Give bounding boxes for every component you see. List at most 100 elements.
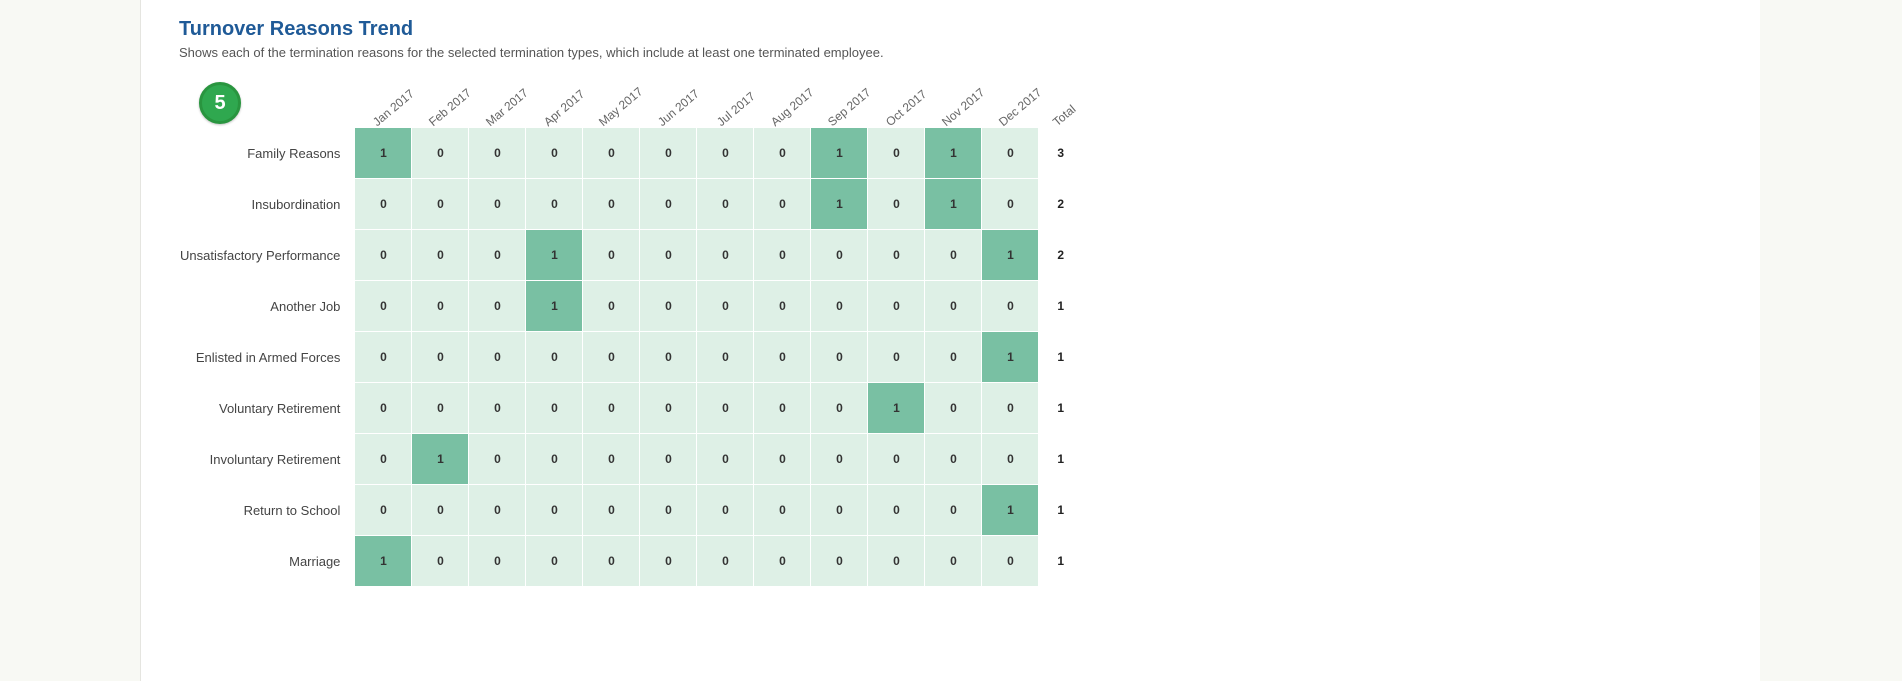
heatmap-cell[interactable]: 0 [868, 332, 924, 382]
heatmap-cell[interactable]: 0 [469, 383, 525, 433]
heatmap-cell[interactable]: 0 [640, 383, 696, 433]
heatmap-cell[interactable]: 0 [754, 536, 810, 586]
heatmap-cell[interactable]: 0 [811, 485, 867, 535]
heatmap-cell[interactable]: 1 [811, 179, 867, 229]
heatmap-cell[interactable]: 0 [811, 383, 867, 433]
heatmap-cell[interactable]: 0 [697, 332, 753, 382]
heatmap-cell[interactable]: 0 [355, 434, 411, 484]
heatmap-cell[interactable]: 0 [868, 128, 924, 178]
heatmap-cell[interactable]: 0 [526, 434, 582, 484]
heatmap-cell[interactable]: 0 [868, 536, 924, 586]
heatmap-cell[interactable]: 0 [412, 281, 468, 331]
heatmap-cell[interactable]: 0 [811, 230, 867, 280]
heatmap-cell[interactable]: 1 [355, 536, 411, 586]
heatmap-cell[interactable]: 0 [868, 230, 924, 280]
heatmap-cell[interactable]: 1 [982, 230, 1038, 280]
heatmap-cell[interactable]: 0 [355, 281, 411, 331]
heatmap-cell[interactable]: 1 [412, 434, 468, 484]
heatmap-cell[interactable]: 0 [754, 332, 810, 382]
heatmap-cell[interactable]: 0 [982, 383, 1038, 433]
heatmap-cell[interactable]: 0 [868, 485, 924, 535]
heatmap-cell[interactable]: 0 [925, 536, 981, 586]
heatmap-cell[interactable]: 0 [640, 179, 696, 229]
heatmap-cell[interactable]: 0 [982, 281, 1038, 331]
heatmap-cell[interactable]: 0 [868, 434, 924, 484]
heatmap-cell[interactable]: 0 [583, 383, 639, 433]
heatmap-cell[interactable]: 0 [583, 332, 639, 382]
heatmap-cell[interactable]: 0 [412, 485, 468, 535]
heatmap-cell[interactable]: 1 [925, 179, 981, 229]
heatmap-cell[interactable]: 0 [469, 536, 525, 586]
heatmap-cell[interactable]: 0 [925, 281, 981, 331]
heatmap-cell[interactable]: 0 [583, 434, 639, 484]
heatmap-cell[interactable]: 0 [925, 230, 981, 280]
heatmap-cell[interactable]: 0 [925, 434, 981, 484]
heatmap-cell[interactable]: 0 [412, 179, 468, 229]
heatmap-cell[interactable]: 0 [925, 383, 981, 433]
heatmap-cell[interactable]: 0 [469, 434, 525, 484]
heatmap-cell[interactable]: 0 [925, 485, 981, 535]
heatmap-cell[interactable]: 0 [811, 332, 867, 382]
heatmap-cell[interactable]: 0 [355, 485, 411, 535]
heatmap-cell[interactable]: 0 [754, 128, 810, 178]
heatmap-cell[interactable]: 0 [697, 281, 753, 331]
heatmap-cell[interactable]: 0 [754, 281, 810, 331]
heatmap-cell[interactable]: 0 [583, 536, 639, 586]
heatmap-cell[interactable]: 0 [754, 434, 810, 484]
heatmap-cell[interactable]: 0 [583, 179, 639, 229]
heatmap-cell[interactable]: 0 [697, 128, 753, 178]
heatmap-cell[interactable]: 0 [811, 536, 867, 586]
heatmap-cell[interactable]: 0 [355, 332, 411, 382]
heatmap-cell[interactable]: 1 [355, 128, 411, 178]
heatmap-cell[interactable]: 0 [982, 179, 1038, 229]
heatmap-cell[interactable]: 0 [412, 230, 468, 280]
heatmap-cell[interactable]: 0 [754, 383, 810, 433]
heatmap-cell[interactable]: 0 [640, 332, 696, 382]
heatmap-cell[interactable]: 0 [583, 485, 639, 535]
heatmap-cell[interactable]: 1 [526, 230, 582, 280]
heatmap-cell[interactable]: 0 [982, 536, 1038, 586]
heatmap-cell[interactable]: 0 [640, 128, 696, 178]
heatmap-cell[interactable]: 0 [412, 536, 468, 586]
heatmap-cell[interactable]: 0 [583, 128, 639, 178]
heatmap-cell[interactable]: 0 [640, 536, 696, 586]
heatmap-cell[interactable]: 0 [754, 230, 810, 280]
heatmap-cell[interactable]: 0 [640, 281, 696, 331]
heatmap-cell[interactable]: 0 [982, 434, 1038, 484]
heatmap-cell[interactable]: 0 [526, 383, 582, 433]
heatmap-cell[interactable]: 0 [697, 383, 753, 433]
heatmap-cell[interactable]: 0 [640, 485, 696, 535]
heatmap-cell[interactable]: 1 [982, 332, 1038, 382]
heatmap-cell[interactable]: 0 [412, 332, 468, 382]
heatmap-cell[interactable]: 0 [811, 434, 867, 484]
heatmap-cell[interactable]: 0 [640, 230, 696, 280]
heatmap-cell[interactable]: 0 [469, 332, 525, 382]
heatmap-cell[interactable]: 0 [469, 281, 525, 331]
heatmap-cell[interactable]: 0 [526, 179, 582, 229]
heatmap-cell[interactable]: 0 [412, 128, 468, 178]
heatmap-cell[interactable]: 1 [811, 128, 867, 178]
heatmap-cell[interactable]: 0 [754, 179, 810, 229]
heatmap-cell[interactable]: 0 [412, 383, 468, 433]
heatmap-cell[interactable]: 0 [469, 485, 525, 535]
heatmap-cell[interactable]: 0 [526, 332, 582, 382]
heatmap-cell[interactable]: 0 [469, 179, 525, 229]
heatmap-cell[interactable]: 0 [697, 179, 753, 229]
heatmap-cell[interactable]: 0 [355, 230, 411, 280]
heatmap-cell[interactable]: 0 [925, 332, 981, 382]
heatmap-cell[interactable]: 0 [583, 281, 639, 331]
heatmap-cell[interactable]: 0 [697, 485, 753, 535]
heatmap-cell[interactable]: 0 [526, 128, 582, 178]
heatmap-cell[interactable]: 0 [469, 128, 525, 178]
heatmap-cell[interactable]: 0 [697, 434, 753, 484]
heatmap-cell[interactable]: 0 [868, 281, 924, 331]
heatmap-cell[interactable]: 1 [925, 128, 981, 178]
heatmap-cell[interactable]: 1 [526, 281, 582, 331]
heatmap-cell[interactable]: 0 [469, 230, 525, 280]
heatmap-cell[interactable]: 0 [754, 485, 810, 535]
heatmap-cell[interactable]: 0 [982, 128, 1038, 178]
heatmap-cell[interactable]: 0 [526, 536, 582, 586]
heatmap-cell[interactable]: 0 [583, 230, 639, 280]
heatmap-cell[interactable]: 1 [982, 485, 1038, 535]
heatmap-cell[interactable]: 0 [811, 281, 867, 331]
